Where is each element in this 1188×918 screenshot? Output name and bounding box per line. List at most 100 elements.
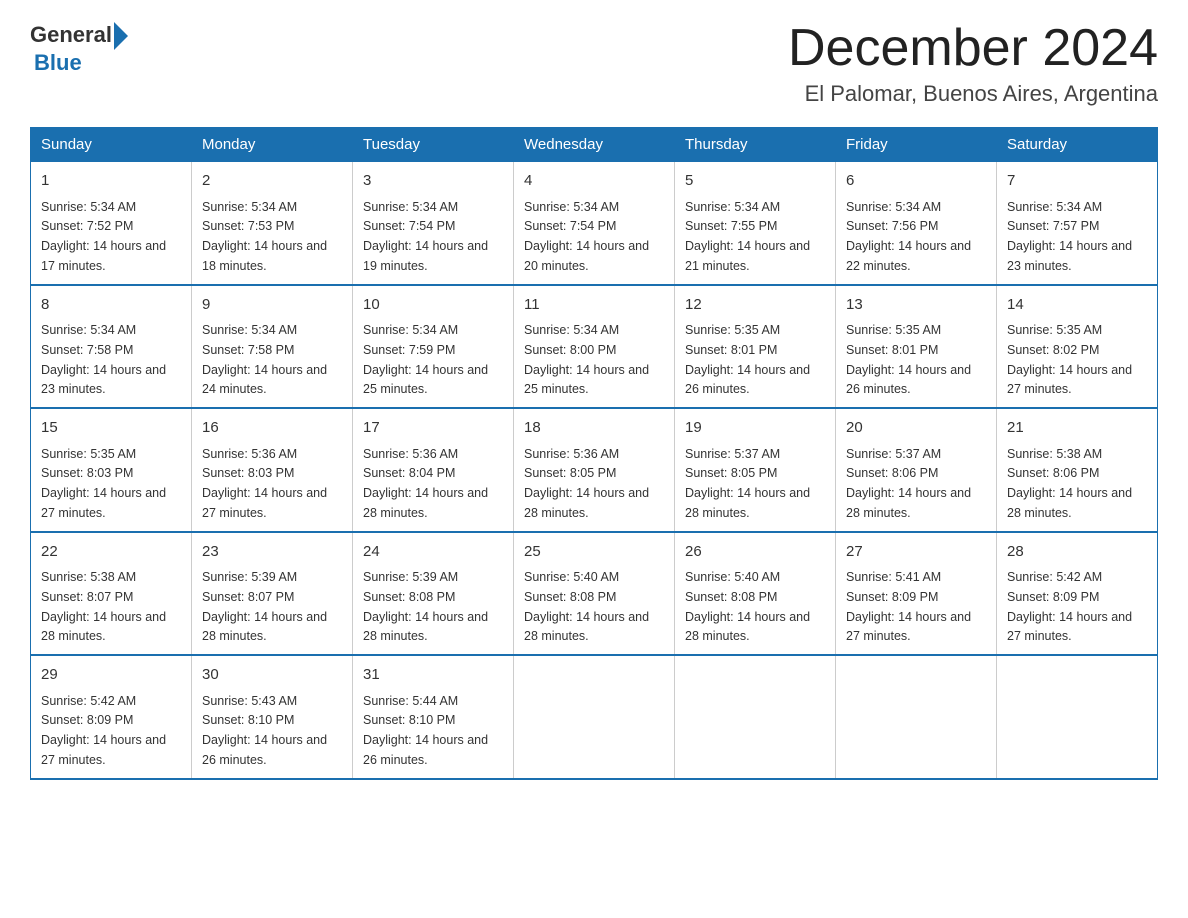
logo-triangle-icon xyxy=(114,22,128,50)
title-block: December 2024 El Palomar, Buenos Aires, … xyxy=(788,20,1158,107)
calendar-cell: 1 Sunrise: 5:34 AMSunset: 7:52 PMDayligh… xyxy=(31,162,192,285)
day-number: 2 xyxy=(202,170,342,193)
day-info: Sunrise: 5:39 AMSunset: 8:08 PMDaylight:… xyxy=(363,570,488,643)
weekday-header-monday: Monday xyxy=(192,128,353,162)
day-number: 10 xyxy=(363,294,503,317)
calendar-cell: 4 Sunrise: 5:34 AMSunset: 7:54 PMDayligh… xyxy=(514,162,675,285)
weekday-header-wednesday: Wednesday xyxy=(514,128,675,162)
calendar-cell: 30 Sunrise: 5:43 AMSunset: 8:10 PMDaylig… xyxy=(192,655,353,779)
day-number: 24 xyxy=(363,541,503,564)
day-number: 14 xyxy=(1007,294,1147,317)
calendar-cell: 23 Sunrise: 5:39 AMSunset: 8:07 PMDaylig… xyxy=(192,532,353,656)
calendar-cell: 13 Sunrise: 5:35 AMSunset: 8:01 PMDaylig… xyxy=(836,285,997,409)
day-info: Sunrise: 5:41 AMSunset: 8:09 PMDaylight:… xyxy=(846,570,971,643)
day-info: Sunrise: 5:34 AMSunset: 7:52 PMDaylight:… xyxy=(41,200,166,273)
day-info: Sunrise: 5:34 AMSunset: 7:54 PMDaylight:… xyxy=(363,200,488,273)
calendar-cell: 5 Sunrise: 5:34 AMSunset: 7:55 PMDayligh… xyxy=(675,162,836,285)
day-number: 30 xyxy=(202,664,342,687)
calendar-title: December 2024 xyxy=(788,20,1158,77)
calendar-cell: 26 Sunrise: 5:40 AMSunset: 8:08 PMDaylig… xyxy=(675,532,836,656)
day-info: Sunrise: 5:37 AMSunset: 8:05 PMDaylight:… xyxy=(685,447,810,520)
calendar-cell: 20 Sunrise: 5:37 AMSunset: 8:06 PMDaylig… xyxy=(836,408,997,532)
day-info: Sunrise: 5:40 AMSunset: 8:08 PMDaylight:… xyxy=(685,570,810,643)
day-info: Sunrise: 5:38 AMSunset: 8:07 PMDaylight:… xyxy=(41,570,166,643)
day-info: Sunrise: 5:38 AMSunset: 8:06 PMDaylight:… xyxy=(1007,447,1132,520)
day-number: 15 xyxy=(41,417,181,440)
day-number: 31 xyxy=(363,664,503,687)
day-info: Sunrise: 5:34 AMSunset: 7:56 PMDaylight:… xyxy=(846,200,971,273)
weekday-header-saturday: Saturday xyxy=(997,128,1158,162)
day-info: Sunrise: 5:34 AMSunset: 7:53 PMDaylight:… xyxy=(202,200,327,273)
calendar-cell: 11 Sunrise: 5:34 AMSunset: 8:00 PMDaylig… xyxy=(514,285,675,409)
day-number: 25 xyxy=(524,541,664,564)
day-number: 28 xyxy=(1007,541,1147,564)
weekday-header-tuesday: Tuesday xyxy=(353,128,514,162)
day-number: 23 xyxy=(202,541,342,564)
day-info: Sunrise: 5:43 AMSunset: 8:10 PMDaylight:… xyxy=(202,694,327,767)
calendar-cell: 8 Sunrise: 5:34 AMSunset: 7:58 PMDayligh… xyxy=(31,285,192,409)
calendar-cell: 7 Sunrise: 5:34 AMSunset: 7:57 PMDayligh… xyxy=(997,162,1158,285)
calendar-cell: 27 Sunrise: 5:41 AMSunset: 8:09 PMDaylig… xyxy=(836,532,997,656)
day-number: 26 xyxy=(685,541,825,564)
calendar-cell: 16 Sunrise: 5:36 AMSunset: 8:03 PMDaylig… xyxy=(192,408,353,532)
day-info: Sunrise: 5:39 AMSunset: 8:07 PMDaylight:… xyxy=(202,570,327,643)
calendar-cell: 14 Sunrise: 5:35 AMSunset: 8:02 PMDaylig… xyxy=(997,285,1158,409)
day-number: 27 xyxy=(846,541,986,564)
logo-general-text: General xyxy=(30,22,112,48)
calendar-week-row: 22 Sunrise: 5:38 AMSunset: 8:07 PMDaylig… xyxy=(31,532,1158,656)
logo: General Blue xyxy=(30,20,128,76)
calendar-cell: 19 Sunrise: 5:37 AMSunset: 8:05 PMDaylig… xyxy=(675,408,836,532)
calendar-cell: 31 Sunrise: 5:44 AMSunset: 8:10 PMDaylig… xyxy=(353,655,514,779)
calendar-cell: 6 Sunrise: 5:34 AMSunset: 7:56 PMDayligh… xyxy=(836,162,997,285)
weekday-header-friday: Friday xyxy=(836,128,997,162)
calendar-cell: 21 Sunrise: 5:38 AMSunset: 8:06 PMDaylig… xyxy=(997,408,1158,532)
day-info: Sunrise: 5:34 AMSunset: 7:58 PMDaylight:… xyxy=(41,323,166,396)
logo-blue-text: Blue xyxy=(34,50,128,76)
calendar-cell: 15 Sunrise: 5:35 AMSunset: 8:03 PMDaylig… xyxy=(31,408,192,532)
day-info: Sunrise: 5:34 AMSunset: 7:55 PMDaylight:… xyxy=(685,200,810,273)
calendar-cell: 3 Sunrise: 5:34 AMSunset: 7:54 PMDayligh… xyxy=(353,162,514,285)
day-info: Sunrise: 5:35 AMSunset: 8:01 PMDaylight:… xyxy=(685,323,810,396)
day-info: Sunrise: 5:35 AMSunset: 8:03 PMDaylight:… xyxy=(41,447,166,520)
day-number: 22 xyxy=(41,541,181,564)
calendar-cell xyxy=(997,655,1158,779)
day-info: Sunrise: 5:42 AMSunset: 8:09 PMDaylight:… xyxy=(41,694,166,767)
day-info: Sunrise: 5:37 AMSunset: 8:06 PMDaylight:… xyxy=(846,447,971,520)
day-number: 18 xyxy=(524,417,664,440)
day-number: 12 xyxy=(685,294,825,317)
day-number: 20 xyxy=(846,417,986,440)
day-info: Sunrise: 5:36 AMSunset: 8:05 PMDaylight:… xyxy=(524,447,649,520)
weekday-header-thursday: Thursday xyxy=(675,128,836,162)
calendar-subtitle: El Palomar, Buenos Aires, Argentina xyxy=(788,81,1158,107)
calendar-table: SundayMondayTuesdayWednesdayThursdayFrid… xyxy=(30,127,1158,780)
day-number: 8 xyxy=(41,294,181,317)
day-number: 13 xyxy=(846,294,986,317)
day-info: Sunrise: 5:44 AMSunset: 8:10 PMDaylight:… xyxy=(363,694,488,767)
day-info: Sunrise: 5:40 AMSunset: 8:08 PMDaylight:… xyxy=(524,570,649,643)
calendar-week-row: 1 Sunrise: 5:34 AMSunset: 7:52 PMDayligh… xyxy=(31,162,1158,285)
calendar-week-row: 15 Sunrise: 5:35 AMSunset: 8:03 PMDaylig… xyxy=(31,408,1158,532)
day-info: Sunrise: 5:34 AMSunset: 7:59 PMDaylight:… xyxy=(363,323,488,396)
day-number: 4 xyxy=(524,170,664,193)
calendar-cell: 2 Sunrise: 5:34 AMSunset: 7:53 PMDayligh… xyxy=(192,162,353,285)
calendar-cell: 9 Sunrise: 5:34 AMSunset: 7:58 PMDayligh… xyxy=(192,285,353,409)
calendar-cell xyxy=(836,655,997,779)
day-number: 29 xyxy=(41,664,181,687)
calendar-week-row: 8 Sunrise: 5:34 AMSunset: 7:58 PMDayligh… xyxy=(31,285,1158,409)
day-info: Sunrise: 5:34 AMSunset: 8:00 PMDaylight:… xyxy=(524,323,649,396)
day-info: Sunrise: 5:34 AMSunset: 7:54 PMDaylight:… xyxy=(524,200,649,273)
calendar-cell: 18 Sunrise: 5:36 AMSunset: 8:05 PMDaylig… xyxy=(514,408,675,532)
day-number: 21 xyxy=(1007,417,1147,440)
day-info: Sunrise: 5:34 AMSunset: 7:57 PMDaylight:… xyxy=(1007,200,1132,273)
page-header: General Blue December 2024 El Palomar, B… xyxy=(30,20,1158,107)
day-info: Sunrise: 5:35 AMSunset: 8:01 PMDaylight:… xyxy=(846,323,971,396)
day-number: 11 xyxy=(524,294,664,317)
day-number: 19 xyxy=(685,417,825,440)
calendar-cell: 12 Sunrise: 5:35 AMSunset: 8:01 PMDaylig… xyxy=(675,285,836,409)
calendar-cell: 28 Sunrise: 5:42 AMSunset: 8:09 PMDaylig… xyxy=(997,532,1158,656)
day-number: 6 xyxy=(846,170,986,193)
day-number: 16 xyxy=(202,417,342,440)
day-info: Sunrise: 5:36 AMSunset: 8:04 PMDaylight:… xyxy=(363,447,488,520)
day-info: Sunrise: 5:35 AMSunset: 8:02 PMDaylight:… xyxy=(1007,323,1132,396)
calendar-cell: 10 Sunrise: 5:34 AMSunset: 7:59 PMDaylig… xyxy=(353,285,514,409)
